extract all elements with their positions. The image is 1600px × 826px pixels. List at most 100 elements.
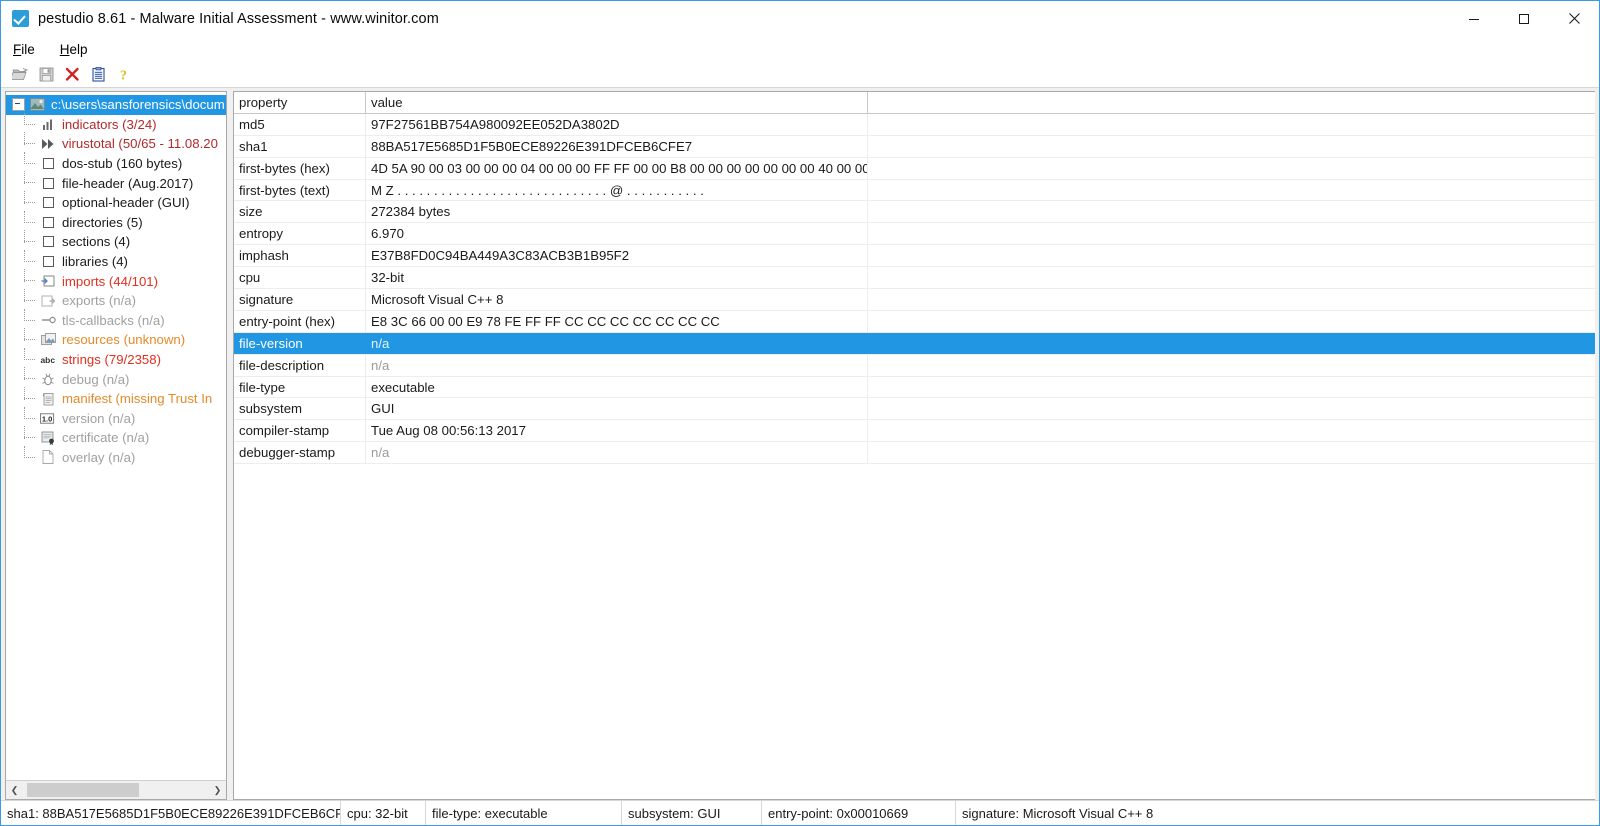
table-row[interactable]: entry-point (hex) E8 3C 66 00 00 E9 78 FE… <box>234 310 1595 333</box>
tree-item-strings-label: strings (79/2358) <box>62 351 161 367</box>
tree-item-imports[interactable]: imports (44/101) <box>6 269 226 291</box>
tree-item-file-header[interactable]: file-header (Aug.2017) <box>6 171 226 193</box>
tree-item-tls-callbacks[interactable]: tls-callbacks (n/a) <box>6 308 226 331</box>
tree-connector <box>24 347 38 370</box>
table-row[interactable]: signature Microsoft Visual C++ 8 <box>234 289 1595 311</box>
tree-connector <box>24 308 38 331</box>
tree-connector <box>24 288 38 311</box>
table-row[interactable]: file-description n/a <box>234 354 1595 377</box>
tree-item-version[interactable]: 1.0 version (n/a) <box>6 406 226 429</box>
open-file-icon[interactable] <box>7 64 33 86</box>
scrollbar-track[interactable] <box>23 782 209 799</box>
table-row[interactable]: md5 97F27561BB754A980092EE052DA3802D <box>234 113 1595 136</box>
svg-text:?: ? <box>120 69 127 83</box>
tree-item-virustotal[interactable]: virustotal (50/65 - 11.08.20 <box>6 132 226 154</box>
version-icon: 1.0 <box>40 411 56 426</box>
cell-filler <box>868 333 1595 354</box>
status-sha1: sha1: 88BA517E5685D1F5B0ECE89226E391DFCE… <box>1 801 341 825</box>
tree-connector <box>24 171 38 193</box>
square-icon <box>40 215 56 230</box>
cell-property: size <box>234 201 366 223</box>
tree-item-debug-label: debug (n/a) <box>62 371 130 387</box>
column-header-value[interactable]: value <box>366 92 868 113</box>
table-row[interactable]: first-bytes (hex) 4D 5A 90 00 03 00 00 00… <box>234 157 1595 180</box>
clipboard-icon[interactable] <box>85 64 111 86</box>
cell-property: compiler-stamp <box>234 420 366 442</box>
table-row[interactable]: sha1 88BA517E5685D1F5B0ECE89226E391DFCEB6… <box>234 135 1595 158</box>
resources-icon <box>40 332 56 347</box>
table-row[interactable]: compiler-stamp Tue Aug 08 00:56:13 2017 <box>234 420 1595 443</box>
svg-text:1.0: 1.0 <box>42 414 52 423</box>
cell-filler <box>868 442 1595 463</box>
column-header-filler <box>868 92 1595 113</box>
menu-help-rest: elp <box>69 41 88 57</box>
cell-filler <box>868 420 1595 441</box>
cell-property: file-description <box>234 354 366 376</box>
table-row[interactable]: cpu 32-bit <box>234 267 1595 290</box>
table-row[interactable]: debugger-stamp n/a <box>234 442 1595 465</box>
maximize-icon[interactable] <box>1499 1 1549 36</box>
table-row[interactable]: imphash E37B8FD0C94BA449A3C83ACB3B1B95F2 <box>234 245 1595 268</box>
tree-item-optional-header[interactable]: optional-header (GUI) <box>6 191 226 213</box>
table-row[interactable]: size 272384 bytes <box>234 201 1595 224</box>
cell-property: imphash <box>234 245 366 267</box>
tree-item-sections[interactable]: sections (4) <box>6 230 226 252</box>
square-icon <box>40 195 56 210</box>
cell-value: Tue Aug 08 00:56:13 2017 <box>366 420 868 442</box>
cell-value: GUI <box>366 398 868 420</box>
save-icon[interactable] <box>33 64 59 86</box>
tree-item-certificate[interactable]: certificate (n/a) <box>6 426 226 448</box>
tree-item-indicators[interactable]: indicators (3/24) <box>6 112 226 135</box>
cell-property: debugger-stamp <box>234 442 366 464</box>
menu-help[interactable]: Help <box>58 40 90 59</box>
tree-item-strings[interactable]: abc strings (79/2358) <box>6 347 226 370</box>
close-icon[interactable] <box>1549 1 1599 36</box>
tree-item-virustotal-label: virustotal (50/65 - 11.08.20 <box>62 136 218 152</box>
tree-item-manifest-label: manifest (missing Trust In <box>62 391 213 407</box>
tree-connector <box>24 151 38 174</box>
collapse-expander-icon[interactable] <box>12 98 25 112</box>
tree-item-manifest[interactable]: manifest (missing Trust In <box>6 386 226 409</box>
column-header-property[interactable]: property <box>234 92 366 113</box>
close-file-icon[interactable] <box>59 64 85 86</box>
minimize-icon[interactable] <box>1449 1 1499 36</box>
tree-item-overlay[interactable]: overlay (n/a) <box>6 445 226 468</box>
tree-item-exports[interactable]: exports (n/a) <box>6 288 226 311</box>
cell-value: M Z . . . . . . . . . . . . . . . . . . … <box>366 179 868 201</box>
tree-item-dos-stub[interactable]: dos-stub (160 bytes) <box>6 151 226 174</box>
cell-value: 4D 5A 90 00 03 00 00 00 04 00 00 00 FF F… <box>366 157 868 179</box>
cell-value: 272384 bytes <box>366 201 868 223</box>
page-icon <box>40 450 56 465</box>
key-icon <box>40 313 56 328</box>
tree-item-directories[interactable]: directories (5) <box>6 210 226 233</box>
svg-text:abc: abc <box>40 355 55 365</box>
tree-item-root[interactable]: c:\users\sansforensics\docum <box>6 95 226 115</box>
tree-item-directories-label: directories (5) <box>62 214 143 230</box>
cell-property: md5 <box>234 113 366 135</box>
title-bar: pestudio 8.61 - Malware Initial Assessme… <box>1 1 1599 36</box>
cell-property: entropy <box>234 223 366 245</box>
table-row[interactable]: first-bytes (text) M Z . . . . . . . . . … <box>234 179 1595 202</box>
table-row-selected[interactable]: file-version n/a <box>234 332 1595 355</box>
tree-item-overlay-label: overlay (n/a) <box>62 449 136 465</box>
chevron-right-icon[interactable]: ❯ <box>209 782 226 799</box>
table-row[interactable]: subsystem GUI <box>234 398 1595 421</box>
cell-value: n/a <box>366 332 868 354</box>
tree-connector <box>24 328 38 350</box>
chevron-left-icon[interactable]: ❮ <box>6 782 23 799</box>
tree-item-libraries[interactable]: libraries (4) <box>6 249 226 272</box>
window-title: pestudio 8.61 - Malware Initial Assessme… <box>38 10 439 27</box>
cell-value: 88BA517E5685D1F5B0ECE89226E391DFCEB6CFE7 <box>366 135 868 157</box>
menu-file[interactable]: File <box>11 40 37 59</box>
tree-item-debug[interactable]: debug (n/a) <box>6 367 226 389</box>
scrollbar-thumb[interactable] <box>27 782 139 797</box>
square-icon <box>40 254 56 269</box>
tree-horizontal-scrollbar[interactable]: ❮ ❯ <box>6 780 226 799</box>
tree-item-resources[interactable]: resources (unknown) <box>6 328 226 350</box>
tree-item-certificate-label: certificate (n/a) <box>62 430 150 446</box>
table-row[interactable]: file-type executable <box>234 376 1595 399</box>
main-body: c:\users\sansforensics\docum indicators … <box>1 88 1599 800</box>
export-icon <box>40 293 56 308</box>
table-row[interactable]: entropy 6.970 <box>234 223 1595 246</box>
help-icon[interactable]: ? <box>111 64 137 86</box>
